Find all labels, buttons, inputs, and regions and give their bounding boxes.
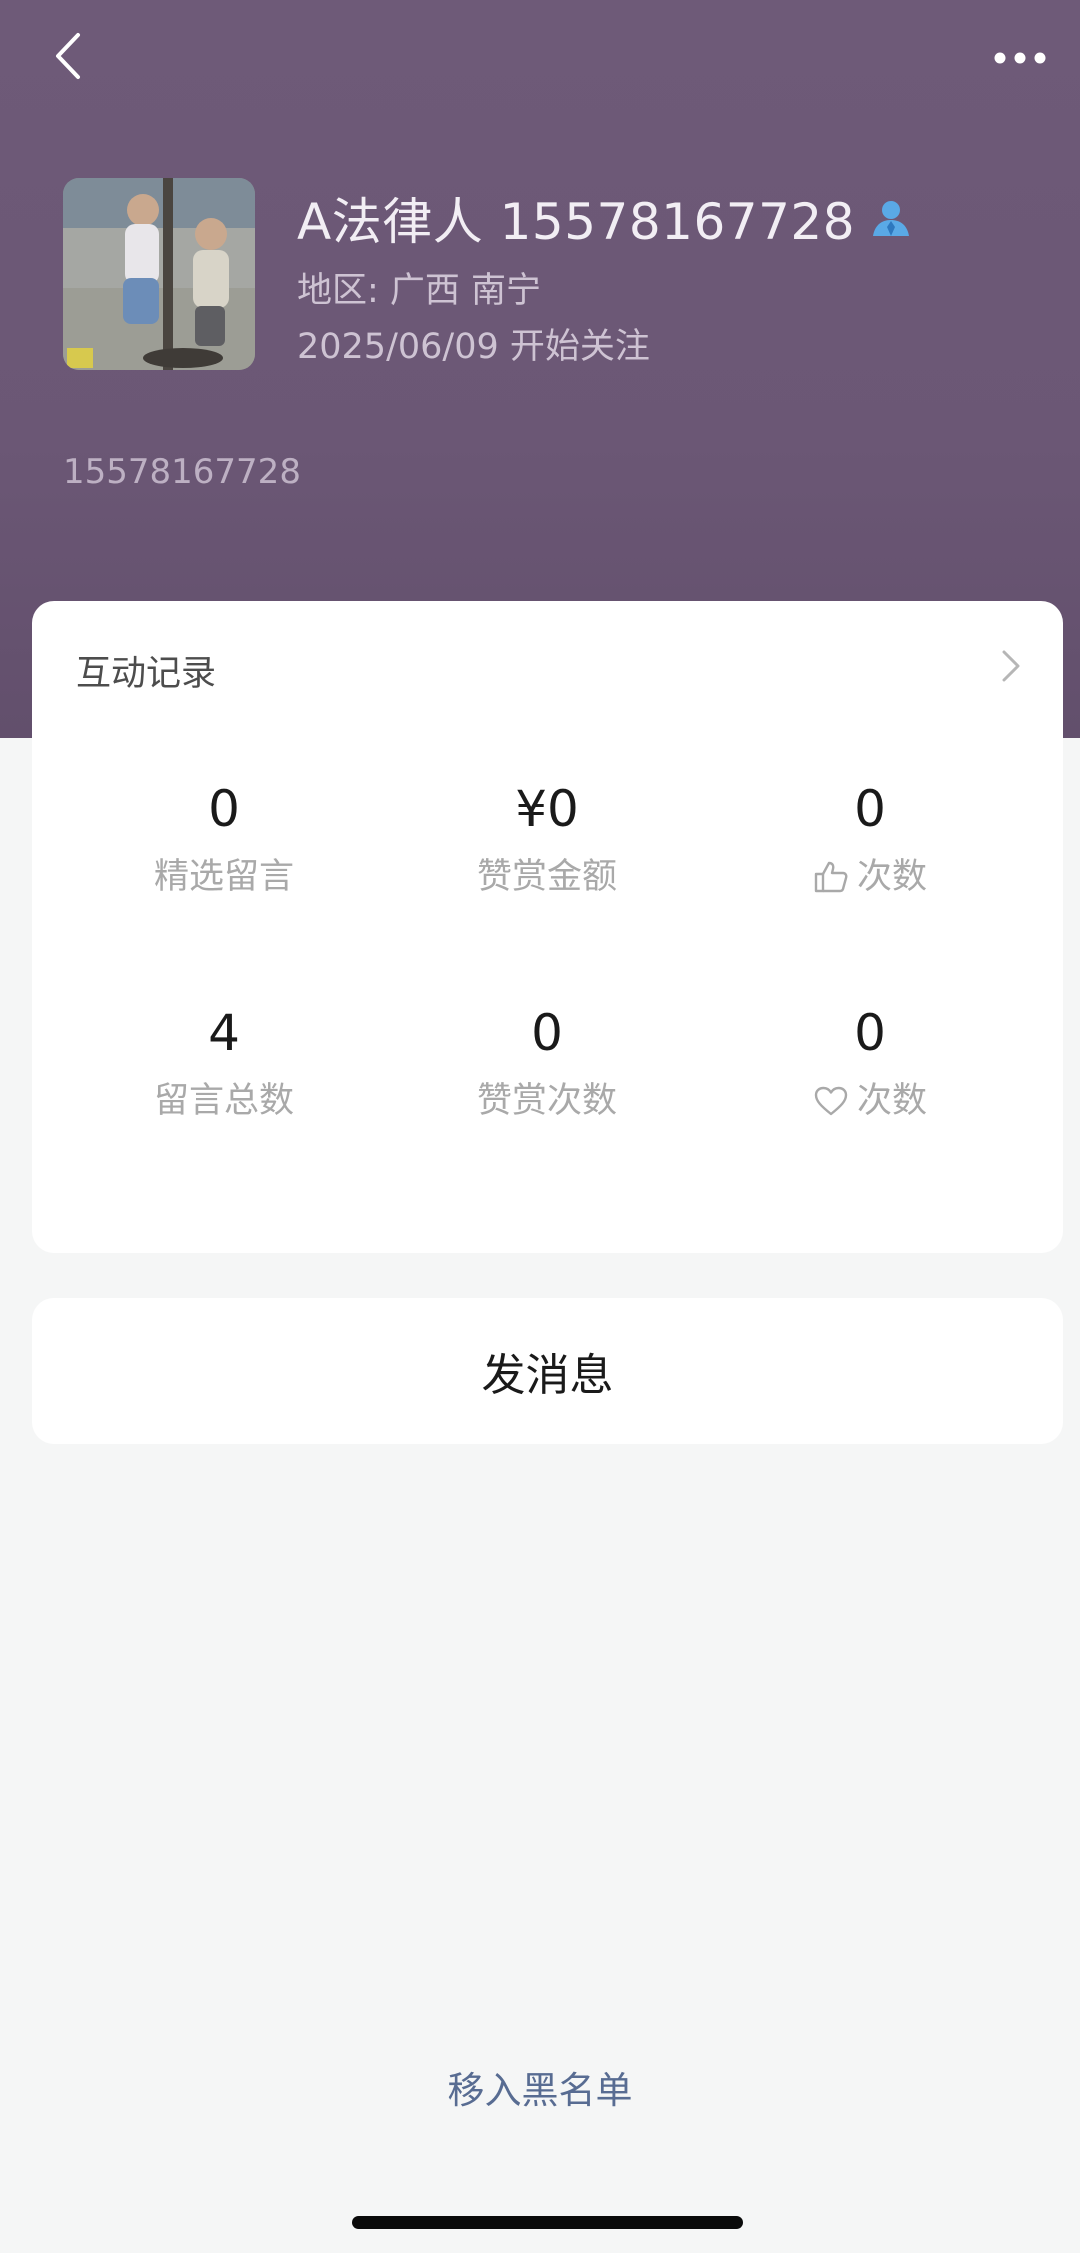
interaction-record-header[interactable]: 互动记录 xyxy=(32,601,1063,731)
chevron-left-icon xyxy=(56,33,80,79)
stat-label: 次数 xyxy=(856,1081,927,1121)
thumbs-up-icon xyxy=(814,861,848,893)
stat-label: 留言总数 xyxy=(153,1081,294,1121)
send-message-label: 发消息 xyxy=(481,1350,614,1401)
more-options-button[interactable] xyxy=(988,30,1052,86)
profile-name: A法律人 15578167728 xyxy=(297,193,856,251)
stat-label: 赞赏次数 xyxy=(476,1081,617,1121)
stat-likes[interactable]: 0 次数 xyxy=(710,777,1030,899)
stat-value: 0 xyxy=(854,1004,886,1062)
interaction-record-card: 互动记录 0 精选留言 ¥0 赞赏金额 0 次数 4 留言总数 0 赞赏次数 0 xyxy=(32,601,1063,1253)
user-badge-icon xyxy=(873,201,910,236)
stat-reward-count[interactable]: 0 赞赏次数 xyxy=(387,1001,707,1123)
stat-label: 精选留言 xyxy=(153,857,294,897)
send-message-button[interactable]: 发消息 xyxy=(32,1298,1063,1444)
stat-value: 4 xyxy=(208,1004,240,1062)
chevron-right-icon xyxy=(1002,650,1020,682)
stat-total-comments[interactable]: 4 留言总数 xyxy=(64,1001,384,1123)
add-to-blacklist-link[interactable]: 移入黑名单 xyxy=(0,2060,1080,2114)
stat-value: 0 xyxy=(208,780,240,838)
profile-region: 地区: 广西 南宁 xyxy=(297,271,542,311)
follow-date: 2025/06/09 开始关注 xyxy=(297,327,650,367)
stat-label: 次数 xyxy=(856,857,927,897)
section-title: 互动记录 xyxy=(76,654,217,694)
stat-label: 赞赏金额 xyxy=(476,857,617,897)
avatar[interactable] xyxy=(63,178,255,370)
back-button[interactable] xyxy=(40,28,96,84)
stat-favorites[interactable]: 0 次数 xyxy=(710,1001,1030,1123)
stat-value: 0 xyxy=(854,780,886,838)
stat-value: ¥0 xyxy=(515,780,579,838)
heart-icon xyxy=(814,1086,848,1116)
more-dots-icon xyxy=(994,52,1046,64)
stat-value: 0 xyxy=(531,1004,563,1062)
stat-reward-amount[interactable]: ¥0 赞赏金额 xyxy=(387,777,707,899)
home-indicator xyxy=(352,2216,743,2229)
stat-featured-comments[interactable]: 0 精选留言 xyxy=(64,777,384,899)
profile-signature: 15578167728 xyxy=(63,452,301,492)
